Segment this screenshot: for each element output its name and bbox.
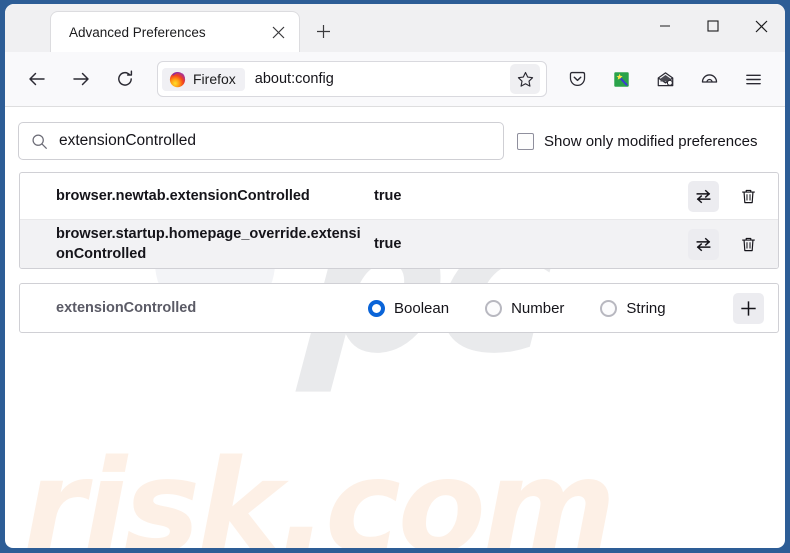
mail-icon[interactable] xyxy=(648,62,682,96)
radio-string[interactable]: String xyxy=(600,299,666,317)
checkbox-box[interactable] xyxy=(517,132,534,150)
trash-icon[interactable] xyxy=(733,229,764,260)
row-actions xyxy=(688,180,764,212)
about-config-page: pc risk.com extensionControlled Show onl… xyxy=(5,107,785,548)
table-row[interactable]: browser.newtab.extensionControlled true xyxy=(20,173,778,220)
radio-label-boolean: Boolean xyxy=(394,299,450,317)
close-icon[interactable] xyxy=(737,4,785,48)
menu-icon[interactable] xyxy=(736,62,770,96)
preference-value: true xyxy=(374,236,402,252)
star-icon[interactable] xyxy=(510,64,540,94)
search-row: extensionControlled Show only modified p… xyxy=(18,122,779,160)
sync-icon[interactable] xyxy=(692,62,726,96)
add-preference-button[interactable] xyxy=(733,292,764,324)
url-text: about:config xyxy=(254,71,334,87)
browser-window: Advanced Preferences Firefox about:confi… xyxy=(0,0,790,553)
search-icon xyxy=(31,133,48,150)
show-modified-preferences-checkbox[interactable]: Show only modified preferences xyxy=(517,132,758,150)
extension-icon[interactable] xyxy=(604,62,638,96)
search-input[interactable]: extensionControlled xyxy=(18,122,504,160)
pocket-icon[interactable] xyxy=(560,62,594,96)
preference-name: browser.startup.homepage_override.extens… xyxy=(56,226,361,262)
tab-title: Advanced Preferences xyxy=(69,24,206,40)
preferences-table: browser.newtab.extensionControlled true xyxy=(19,172,779,269)
window-controls xyxy=(641,4,785,48)
watermark-bottom: risk.com xyxy=(23,433,616,549)
radio-dot-string[interactable] xyxy=(600,299,618,317)
add-preference-row: extensionControlled Boolean Number Strin… xyxy=(19,283,779,333)
new-preference-name: extensionControlled xyxy=(56,300,197,316)
navigation-toolbar: Firefox about:config xyxy=(5,52,785,107)
new-tab-icon[interactable] xyxy=(310,18,336,44)
firefox-logo-icon xyxy=(169,71,186,87)
address-bar[interactable]: Firefox about:config xyxy=(157,61,547,97)
preference-value: true xyxy=(374,188,402,204)
table-row[interactable]: browser.startup.homepage_override.extens… xyxy=(20,220,778,268)
radio-dot-boolean[interactable] xyxy=(368,299,385,317)
back-arrow-icon[interactable] xyxy=(20,62,54,96)
show-modified-label: Show only modified preferences xyxy=(544,132,758,150)
preference-name: browser.newtab.extensionControlled xyxy=(56,188,310,204)
add-button-wrap xyxy=(733,292,764,324)
minimize-icon[interactable] xyxy=(641,4,689,48)
search-input-value: extensionControlled xyxy=(59,132,197,149)
radio-boolean[interactable]: Boolean xyxy=(368,299,450,317)
radio-dot-number[interactable] xyxy=(485,299,503,317)
radio-label-number: Number xyxy=(511,299,565,317)
radio-label-string: String xyxy=(626,299,666,317)
forward-arrow-icon[interactable] xyxy=(64,62,98,96)
trash-icon[interactable] xyxy=(733,181,764,212)
toggle-icon[interactable] xyxy=(688,228,719,260)
browser-tab-advanced-preferences[interactable]: Advanced Preferences xyxy=(50,11,300,52)
close-tab-icon[interactable] xyxy=(265,19,291,45)
reload-icon[interactable] xyxy=(108,62,142,96)
toolbar-icon-group xyxy=(555,62,775,96)
maximize-icon[interactable] xyxy=(689,4,737,48)
preference-type-radio-group: Boolean Number String xyxy=(368,299,733,317)
row-actions xyxy=(688,228,764,260)
tab-strip: Advanced Preferences xyxy=(5,4,785,52)
toggle-icon[interactable] xyxy=(688,180,719,212)
radio-number[interactable]: Number xyxy=(485,299,565,317)
url-chip-label: Firefox xyxy=(193,71,236,87)
url-identity-chip[interactable]: Firefox xyxy=(162,67,245,91)
